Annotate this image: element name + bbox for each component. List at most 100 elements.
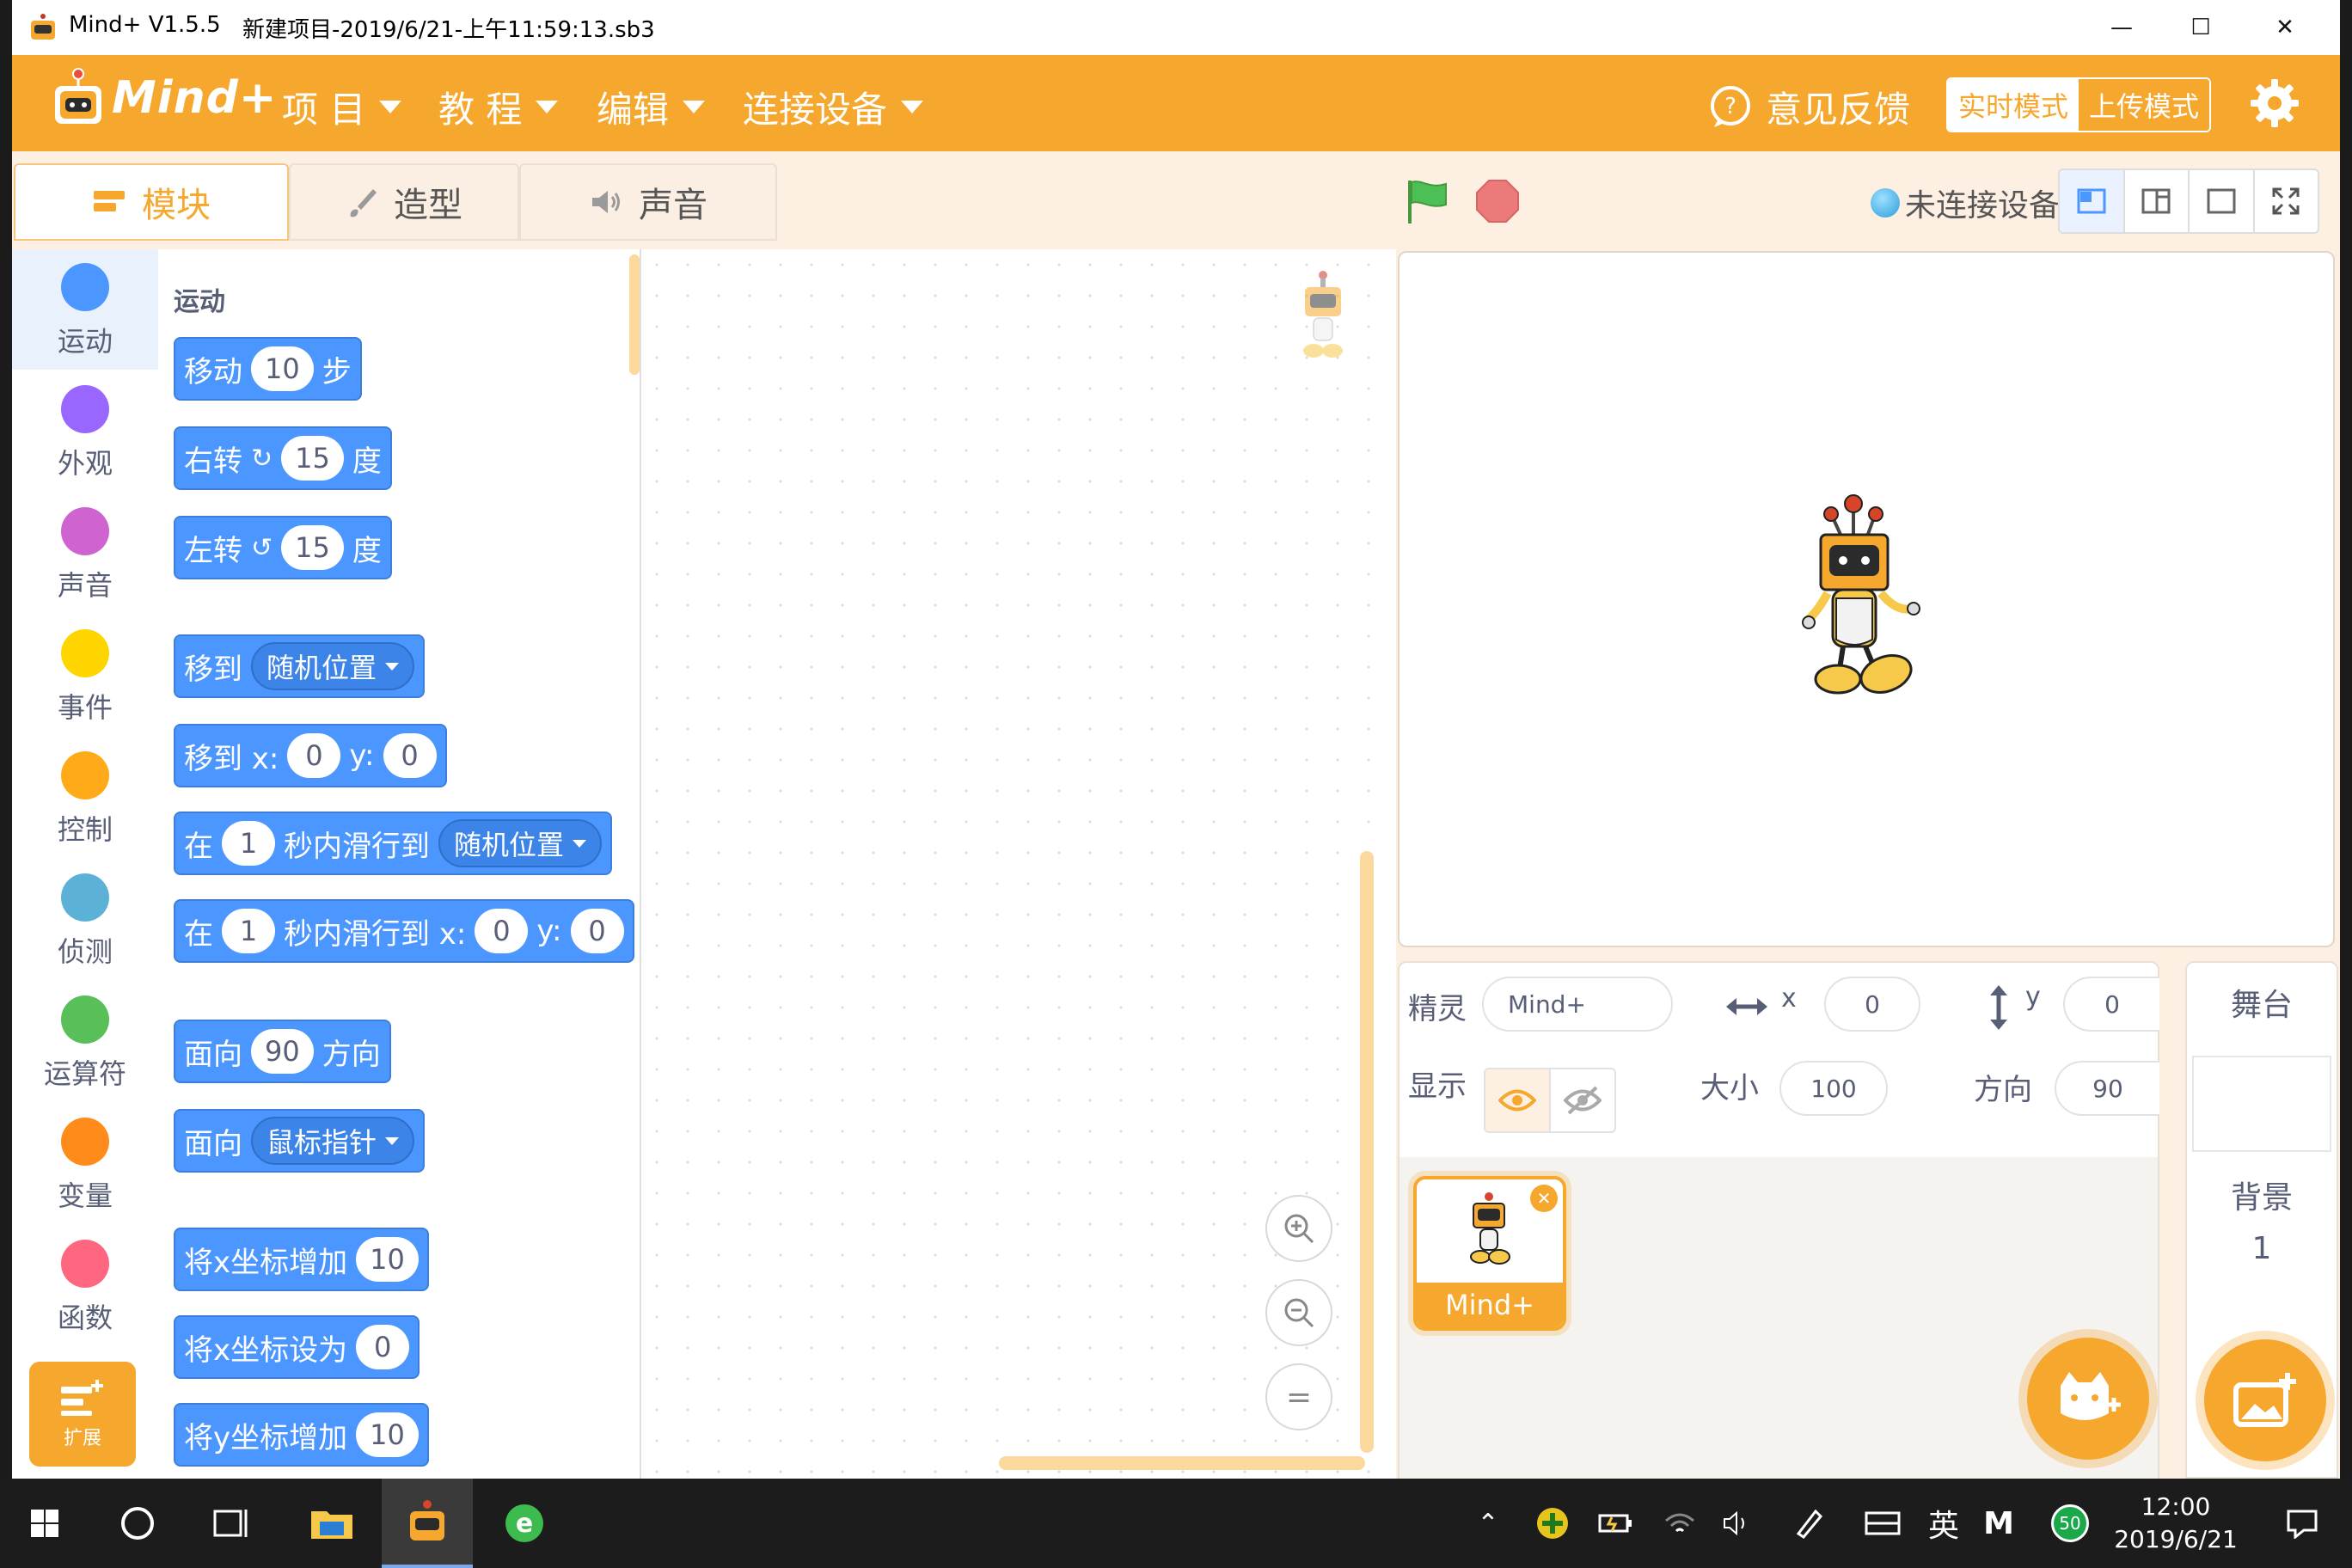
category-events[interactable]: 事件 [12,616,158,736]
block-turn-left[interactable]: 左转 ↺ 15 度 [174,516,392,579]
seconds-input[interactable]: 1 [222,821,275,866]
browser-taskbar-button[interactable]: e [481,1479,567,1568]
palette-scrollbar[interactable] [629,254,640,375]
y-input[interactable]: 0 [570,909,624,953]
task-view-button[interactable] [186,1479,275,1568]
script-horizontal-scrollbar[interactable] [999,1456,1365,1470]
mindplus-robot-sprite-icon[interactable] [1802,492,1931,707]
pen-icon[interactable] [1783,1479,1834,1568]
realtime-mode-button[interactable]: 实时模式 [1948,79,2079,131]
block-point-towards[interactable]: 面向 鼠标指针 [174,1109,426,1173]
file-explorer-button[interactable] [289,1479,375,1568]
search-button[interactable] [93,1479,182,1568]
block-glide-to[interactable]: 在 1 秒内滑行到 随机位置 [174,812,613,875]
block-text: 移到 x: [184,741,279,776]
settings-gear-icon[interactable] [2247,76,2302,131]
menu-project[interactable]: 项 目 [282,81,402,133]
show-sprite-button[interactable] [1485,1069,1551,1131]
category-variables[interactable]: 变量 [12,1104,158,1224]
sprite-name-input[interactable]: Mind+ [1482,977,1673,1032]
zoom-reset-button[interactable]: = [1265,1363,1332,1430]
volume-icon[interactable] [1714,1479,1762,1568]
large-stage-button[interactable] [2190,170,2255,232]
degrees-input[interactable]: 15 [281,525,344,570]
upload-mode-button[interactable]: 上传模式 [2079,79,2209,131]
seconds-input[interactable]: 1 [222,909,275,953]
script-vertical-scrollbar[interactable] [1360,851,1374,1453]
normal-stage-button[interactable] [2125,170,2190,232]
block-point-direction[interactable]: 面向 90 方向 [174,1020,391,1083]
small-stage-button[interactable] [2060,170,2125,232]
direction-input[interactable]: 90 [251,1029,314,1074]
tray-app-green-icon[interactable] [1528,1479,1577,1568]
y-input[interactable]: 0 [383,733,437,778]
x-position-input[interactable]: 0 [1824,977,1920,1032]
block-goto-xy[interactable]: 移到 x: 0 y: 0 [174,724,447,787]
stop-icon[interactable] [1473,177,1522,225]
mindplus-taskbar-button[interactable] [382,1479,473,1568]
block-set-x[interactable]: 将x坐标设为 0 [174,1315,420,1379]
category-sensing[interactable]: 侦测 [12,860,158,980]
block-turn-right[interactable]: 右转 ↻ 15 度 [174,426,392,490]
change-x-input[interactable]: 10 [356,1237,419,1282]
direction-input[interactable]: 90 [2055,1061,2159,1116]
delete-sprite-icon[interactable]: ✕ [1530,1185,1558,1212]
maximize-button[interactable]: ☐ [2161,0,2240,55]
towards-target-dropdown[interactable]: 鼠标指针 [251,1117,415,1165]
block-move-steps[interactable]: 移动 10 步 [174,337,362,401]
menu-tutorial[interactable]: 教 程 [438,81,559,133]
tab-blocks[interactable]: 模块 [14,163,289,241]
glide-target-dropdown[interactable]: 随机位置 [438,819,603,867]
category-sound[interactable]: 声音 [12,493,158,614]
clock[interactable]: 12:00 2019/6/21 [2103,1479,2249,1568]
zoom-in-button[interactable] [1265,1195,1332,1262]
feedback-button[interactable]: ? 意见反馈 [1707,81,1910,133]
steps-input[interactable]: 10 [251,346,314,391]
y-position-input[interactable]: 0 [2063,977,2159,1032]
x-input[interactable]: 0 [475,909,529,953]
category-functions[interactable]: 函数 [12,1226,158,1346]
tab-sounds[interactable]: 声音 [519,163,777,241]
sprite-thumbnail-item[interactable]: ✕ Mind+ [1413,1176,1566,1331]
add-backdrop-button[interactable] [2204,1339,2326,1461]
stage-thumbnail[interactable] [2192,1056,2331,1152]
paintbrush-icon [350,189,377,217]
hide-sprite-button[interactable] [1551,1069,1614,1131]
tray-badge[interactable]: 50 [2044,1479,2096,1568]
fullscreen-button[interactable] [2255,170,2318,232]
start-button[interactable] [0,1479,89,1568]
notifications-button[interactable] [2269,1479,2335,1568]
touch-keyboard-icon[interactable] [1857,1479,1908,1568]
ime-mode-indicator[interactable]: M [1977,1479,2020,1568]
close-button[interactable]: ✕ [2245,0,2324,55]
category-operators[interactable]: 运算符 [12,982,158,1102]
category-control[interactable]: 控制 [12,738,158,858]
mindplus-logo[interactable]: Mind+ [50,67,277,129]
minimize-button[interactable]: — [2082,0,2161,55]
wifi-icon[interactable] [1656,1479,1704,1568]
menu-connect-device[interactable]: 连接设备 [743,81,924,133]
category-looks[interactable]: 外观 [12,371,158,492]
category-motion[interactable]: 运动 [12,249,158,370]
add-sprite-button[interactable] [2027,1338,2149,1460]
tab-costumes[interactable]: 造型 [289,163,519,241]
extensions-button[interactable]: 扩展 [29,1362,136,1467]
zoom-out-button[interactable] [1265,1279,1332,1346]
green-flag-icon[interactable] [1403,177,1451,225]
tray-overflow-chevron-up-icon[interactable]: ⌃ [1467,1479,1510,1568]
menu-edit[interactable]: 编辑 [597,81,706,133]
block-change-y[interactable]: 将y坐标增加 10 [174,1403,429,1467]
change-y-input[interactable]: 10 [356,1412,419,1457]
degrees-input[interactable]: 15 [281,436,344,481]
ime-language-indicator[interactable]: 英 [1922,1479,1965,1568]
mindplus-app-icon [410,1500,444,1540]
block-goto[interactable]: 移到 随机位置 [174,634,426,698]
set-x-input[interactable]: 0 [356,1325,410,1369]
x-input[interactable]: 0 [287,733,341,778]
size-input[interactable]: 100 [1779,1061,1888,1116]
goto-target-dropdown[interactable]: 随机位置 [251,642,415,690]
stage-canvas[interactable] [1398,251,2335,947]
block-change-x[interactable]: 将x坐标增加 10 [174,1228,429,1291]
battery-icon[interactable] [1592,1479,1640,1568]
block-glide-xy[interactable]: 在 1 秒内滑行到 x: 0 y: 0 [174,899,634,963]
